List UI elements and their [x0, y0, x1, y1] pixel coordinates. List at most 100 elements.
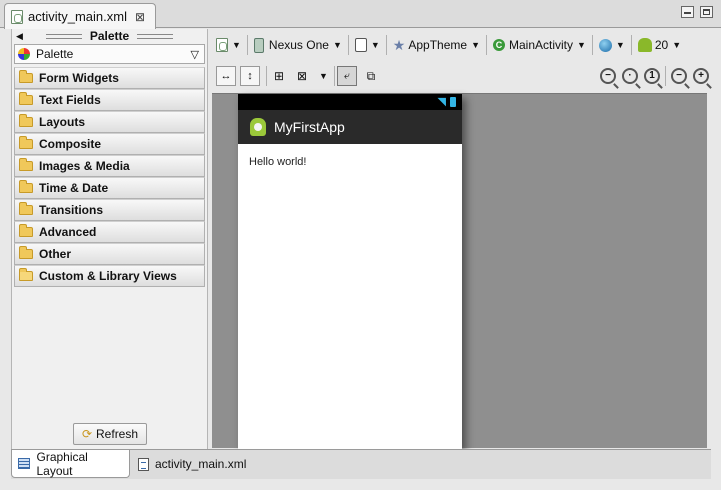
zoom-real-size-icon[interactable]: ·	[622, 68, 638, 84]
chevron-down-icon: ▼	[471, 40, 480, 50]
android-xml-file-icon	[216, 38, 228, 52]
palette-selector[interactable]: Palette ▽	[14, 44, 205, 64]
layout-actions-toolbar: ↔ ↕ ⊞ ⊠ ▼ ⤶ ⧉ − · 1 − +	[212, 62, 712, 90]
zoom-to-fit-icon[interactable]: −	[600, 68, 616, 84]
folder-icon	[19, 114, 33, 127]
chevron-down-icon: ▼	[332, 40, 342, 50]
chevron-down-icon: ▼	[232, 40, 241, 50]
activity-dropdown[interactable]: C MainActivity ▼	[489, 33, 590, 57]
refresh-button[interactable]: ⟳ Refresh	[73, 423, 147, 445]
api-level-value: 20	[654, 38, 669, 52]
chevron-down-icon[interactable]: ▽	[191, 48, 199, 61]
folder-icon	[19, 246, 33, 259]
globe-icon	[598, 38, 612, 52]
palette-title: Palette	[89, 29, 130, 43]
android-xml-file-icon	[11, 9, 23, 24]
theme-value: AppTheme	[408, 38, 468, 52]
match-height-icon[interactable]: ↕	[240, 66, 260, 86]
chevron-down-icon[interactable]: ▼	[319, 71, 328, 81]
palette-selector-value: Palette	[36, 47, 74, 61]
folder-icon	[19, 158, 33, 171]
tab-graphical-layout-label: Graphical Layout	[36, 449, 88, 478]
toolbar-separator	[246, 35, 248, 55]
collapse-left-arrow-icon[interactable]: ◀	[16, 31, 23, 42]
folder-icon	[19, 224, 33, 237]
toolbar-separator	[485, 35, 487, 55]
tab-xml-source[interactable]: activity_main.xml	[132, 450, 252, 478]
editor-tab-title: activity_main.xml	[28, 9, 127, 24]
theme-dropdown[interactable]: ★ AppTheme ▼	[389, 33, 484, 57]
emulate-real-size-icon[interactable]: ⊠	[292, 66, 312, 86]
toolbar-separator	[266, 66, 267, 86]
palette-header: ◀ Palette	[12, 29, 207, 43]
device-value: Nexus One	[268, 38, 329, 52]
configuration-toolbar: ▼ Nexus One ▼ ▼ ★ AppTheme ▼ C MainActiv…	[212, 31, 712, 59]
chevron-down-icon: ▼	[370, 40, 380, 50]
layout-canvas[interactable]: ◥ MyFirstApp Hello world!	[212, 93, 707, 449]
match-size-group: ↔ ↕	[216, 66, 264, 86]
device-action-bar[interactable]: MyFirstApp	[238, 110, 462, 144]
palette-category-layouts[interactable]: Layouts	[14, 111, 205, 133]
palette-category-other[interactable]: Other	[14, 243, 205, 265]
palette-category-text-fields[interactable]: Text Fields	[14, 89, 205, 111]
star-icon: ★	[392, 36, 406, 53]
refresh-label: Refresh	[96, 427, 139, 441]
toolbar-separator	[347, 35, 349, 55]
activity-class-icon: C	[492, 39, 505, 51]
phone-device-icon	[253, 37, 264, 53]
api-level-dropdown[interactable]: 20 ▼	[634, 33, 685, 57]
folder-icon	[19, 92, 33, 105]
open-folder-icon	[19, 268, 33, 281]
editor-mode-tabs: Graphical Layout activity_main.xml	[11, 449, 711, 479]
hello-world-textview[interactable]: Hello world!	[249, 156, 462, 168]
toolbar-separator	[333, 66, 335, 86]
chevron-down-icon: ▼	[672, 40, 682, 50]
palette-category-composite[interactable]: Composite	[14, 133, 205, 155]
palette-category-transitions[interactable]: Transitions	[14, 199, 205, 221]
palette-panel: ◀ Palette Palette ▽ Form Widgets Text Fi…	[11, 29, 208, 449]
device-dropdown[interactable]: Nexus One ▼	[250, 33, 346, 57]
chevron-down-icon: ▼	[577, 40, 586, 50]
window-controls	[681, 6, 713, 18]
chevron-down-icon: ▼	[615, 40, 625, 50]
maximize-icon[interactable]	[700, 6, 713, 18]
android-robot-icon	[637, 38, 652, 52]
app-title: MyFirstApp	[274, 119, 345, 135]
editor-tab-activity-main[interactable]: activity_main.xml ⊠	[4, 3, 156, 29]
toolbar-separator	[665, 66, 666, 86]
tab-xml-source-label: activity_main.xml	[155, 457, 247, 471]
zoom-in-icon[interactable]: +	[693, 68, 709, 84]
palette-category-custom-library-views[interactable]: Custom & Library Views	[14, 265, 205, 287]
locale-dropdown[interactable]: ▼	[595, 33, 629, 57]
rotate-device-icon	[354, 38, 367, 52]
activity-value: MainActivity	[508, 38, 573, 52]
editor-tab-bar: activity_main.xml ⊠	[0, 0, 721, 29]
show-included-in-icon[interactable]: ⤶	[336, 66, 357, 86]
layout-actions-icon[interactable]: ⧉	[361, 66, 381, 86]
palette-category-advanced[interactable]: Advanced	[14, 221, 205, 243]
refresh-icon: ⟳	[81, 427, 93, 441]
margins-icon[interactable]: ⊞	[269, 66, 289, 86]
match-width-icon[interactable]: ↔	[216, 66, 236, 86]
palette-category-images-media[interactable]: Images & Media	[14, 155, 205, 177]
layout-file-dropdown[interactable]: ▼	[212, 33, 245, 57]
palette-categories: Form Widgets Text Fields Layouts Composi…	[12, 67, 207, 287]
device-preview[interactable]: ◥ MyFirstApp Hello world!	[238, 94, 462, 449]
device-status-bar: ◥	[238, 94, 462, 110]
orientation-dropdown[interactable]: ▼	[351, 33, 384, 57]
folder-icon	[19, 136, 33, 149]
toolbar-separator	[630, 35, 632, 55]
toolbar-separator	[385, 35, 387, 55]
zoom-100-icon[interactable]: 1	[644, 68, 660, 84]
zoom-out-icon[interactable]: −	[671, 68, 687, 84]
minimize-icon[interactable]	[681, 6, 694, 18]
palette-grip-right	[137, 33, 174, 39]
palette-category-time-date[interactable]: Time & Date	[14, 177, 205, 199]
tab-graphical-layout[interactable]: Graphical Layout	[11, 450, 130, 478]
toolbar-separator	[591, 35, 593, 55]
color-palette-icon	[18, 48, 30, 60]
palette-category-form-widgets[interactable]: Form Widgets	[14, 67, 205, 89]
close-tab-icon[interactable]: ⊠	[135, 10, 145, 24]
folder-icon	[19, 180, 33, 193]
xml-source-icon	[138, 457, 149, 471]
